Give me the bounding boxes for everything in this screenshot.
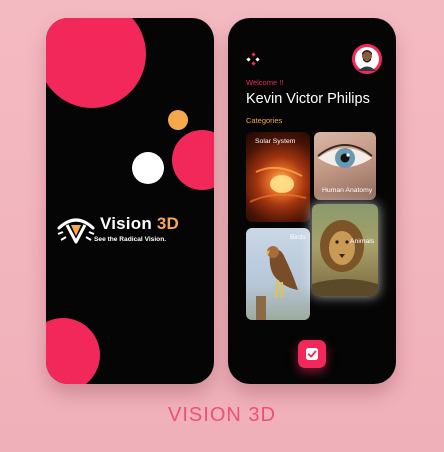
category-label: Solar System <box>255 138 296 145</box>
decorative-circle-red <box>172 130 214 190</box>
category-card-human-anatomy[interactable]: Human Anatomy <box>314 132 376 200</box>
welcome-text: Welcome !! <box>246 78 284 87</box>
user-avatar[interactable] <box>352 44 382 74</box>
categories-title: Categories <box>246 116 283 125</box>
category-card-birds[interactable]: Birds <box>246 228 310 320</box>
vision-3d-logo: Vision 3D See the Radical Vision. <box>54 210 214 250</box>
decorative-circle-red <box>46 18 146 108</box>
hawk-photo-image <box>256 246 298 320</box>
decorative-circle-white <box>132 152 164 184</box>
logo-word-main: Vision <box>100 214 152 233</box>
presentation-caption: VISION 3D <box>168 404 276 426</box>
app-dots-icon[interactable] <box>246 52 260 66</box>
category-card-solar-system[interactable]: Solar System <box>246 132 310 222</box>
lion-photo-image <box>312 220 378 296</box>
category-card-animals[interactable]: Animals <box>312 204 378 296</box>
decorative-circle-orange <box>168 110 188 130</box>
category-label: Human Anatomy <box>322 187 373 194</box>
decorative-circle-red <box>46 318 100 384</box>
user-name: Kevin Victor Philips <box>246 91 370 107</box>
home-screen-phone: Welcome !! Kevin Victor Philips Categori… <box>228 18 396 384</box>
splash-screen-phone: Vision 3D See the Radical Vision. <box>46 18 214 384</box>
category-label: Birds <box>290 234 306 241</box>
category-label: Animals <box>350 238 375 245</box>
logo-word-accent: 3D <box>156 214 180 233</box>
solar-flare-image <box>249 166 307 203</box>
logo-tagline: See the Radical Vision. <box>94 236 167 243</box>
eye-logo-icon <box>57 218 95 244</box>
avatar-portrait-icon <box>352 44 382 74</box>
logo-wordmark: Vision 3D <box>100 214 179 234</box>
check-icon <box>306 348 318 360</box>
confirm-button[interactable] <box>298 340 326 368</box>
